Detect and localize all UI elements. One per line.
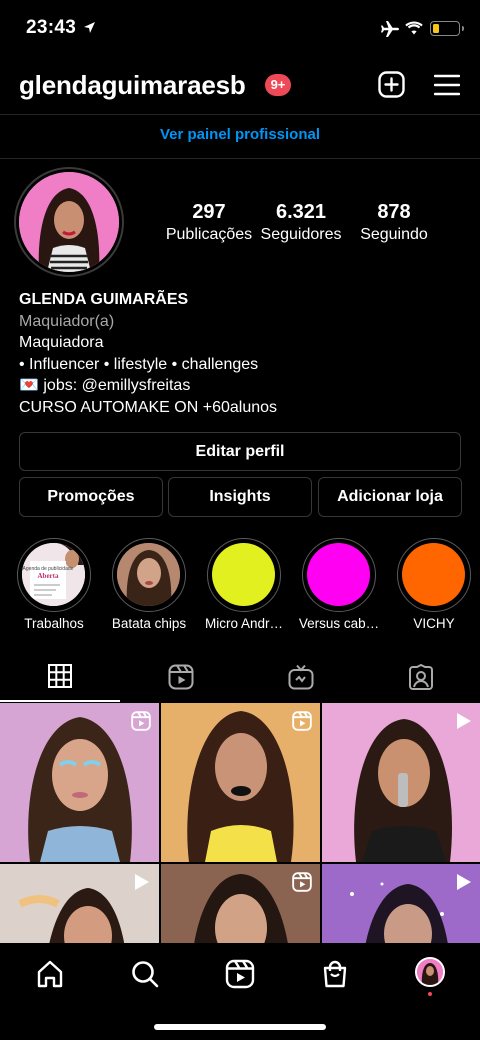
stat-value: 878 (377, 201, 411, 223)
airplane-mode-icon (381, 21, 399, 37)
stat-label: Publicações (165, 226, 253, 243)
notifications-badge[interactable]: 9+ (265, 74, 291, 96)
tagged-icon (409, 664, 433, 690)
profile-header: glendaguimaraesb 9+ (0, 62, 480, 108)
edit-profile-button[interactable]: Editar perfil (19, 432, 461, 471)
profile-category: Maquiador(a) (19, 312, 115, 330)
stat-posts[interactable]: 297 Publicações (165, 201, 253, 244)
stat-followers[interactable]: 6.321 Seguidores (256, 201, 346, 244)
home-icon[interactable] (35, 959, 65, 989)
reel-icon (292, 711, 312, 731)
profile-bio: GLENDA GUIMARÃES Maquiador(a) Maquiadora… (19, 289, 459, 418)
insights-button[interactable]: Insights (168, 477, 312, 517)
grid-post[interactable] (322, 864, 480, 943)
reels-icon[interactable] (225, 959, 255, 989)
tab-igtv[interactable] (240, 658, 360, 702)
bio-line: Maquiadora (19, 334, 104, 351)
tab-grid[interactable] (0, 658, 120, 702)
highlight-label: VICHY (413, 616, 455, 631)
bio-line: • Influencer • lifestyle • challenges (19, 355, 259, 373)
create-post-icon[interactable] (378, 71, 405, 98)
grid-post[interactable] (161, 864, 320, 943)
video-icon (457, 874, 471, 890)
grid-post[interactable] (0, 864, 159, 943)
bio-line[interactable]: 💌 jobs: @emillysfreitas (19, 375, 459, 397)
video-icon (135, 874, 149, 890)
bio-line: CURSO AUTOMAKE ON +60alunos (19, 398, 278, 416)
highlight-versus-cab[interactable]: Versus cab… (299, 538, 379, 631)
display-name: GLENDA GUIMARÃES (19, 291, 189, 308)
igtv-icon (288, 664, 314, 690)
stat-value: 297 (192, 201, 226, 223)
stat-value: 6.321 (275, 201, 327, 223)
reel-icon (131, 711, 151, 731)
highlight-vichy[interactable]: VICHY (395, 538, 473, 631)
pro-link-divider (0, 158, 480, 159)
battery-icon (430, 21, 464, 36)
tab-reels[interactable] (120, 658, 240, 702)
header-divider (0, 114, 480, 115)
active-tab-indicator (0, 700, 120, 702)
stat-label: Seguindo (360, 226, 428, 243)
highlight-batata-chips[interactable]: Batata chips (110, 538, 188, 631)
highlight-label: Trabalhos (24, 616, 84, 631)
svg-text:Aberta: Aberta (38, 572, 59, 580)
home-indicator (154, 1024, 326, 1030)
username-title[interactable]: glendaguimaraesb (19, 70, 246, 101)
add-shop-button[interactable]: Adicionar loja (318, 477, 462, 517)
reels-icon (168, 664, 194, 690)
menu-icon[interactable] (434, 74, 460, 96)
location-arrow-icon (84, 22, 95, 33)
grid-post[interactable] (161, 703, 320, 862)
profile-notification-dot (428, 992, 432, 996)
profile-avatar[interactable] (19, 172, 119, 272)
highlight-label: Micro Andr… (204, 616, 284, 631)
highlight-label: Versus cab… (298, 616, 380, 631)
reel-icon (292, 872, 312, 892)
grid-icon (48, 664, 72, 688)
status-time: 23:43 (26, 17, 77, 38)
highlight-trabalhos[interactable]: Agenda de publicidade Aberta Trabalhos (15, 538, 93, 631)
promotions-button[interactable]: Promoções (19, 477, 163, 517)
highlight-label: Batata chips (111, 616, 187, 631)
highlight-micro-andr[interactable]: Micro Andr… (205, 538, 283, 631)
video-icon (457, 713, 471, 729)
profile-tab-avatar[interactable] (415, 957, 445, 987)
search-icon[interactable] (130, 959, 160, 989)
status-bar: 23:43 (0, 0, 480, 58)
tab-tagged[interactable] (360, 658, 480, 702)
grid-post[interactable] (322, 703, 480, 862)
wifi-icon (405, 21, 423, 35)
profile-tabs (0, 658, 480, 702)
pro-dashboard-link[interactable]: Ver painel profissional (0, 126, 480, 143)
grid-post[interactable] (0, 703, 159, 862)
stat-label: Seguidores (260, 226, 342, 243)
shop-icon[interactable] (320, 959, 350, 989)
stat-following[interactable]: 878 Seguindo (354, 201, 434, 244)
posts-grid (0, 703, 480, 943)
